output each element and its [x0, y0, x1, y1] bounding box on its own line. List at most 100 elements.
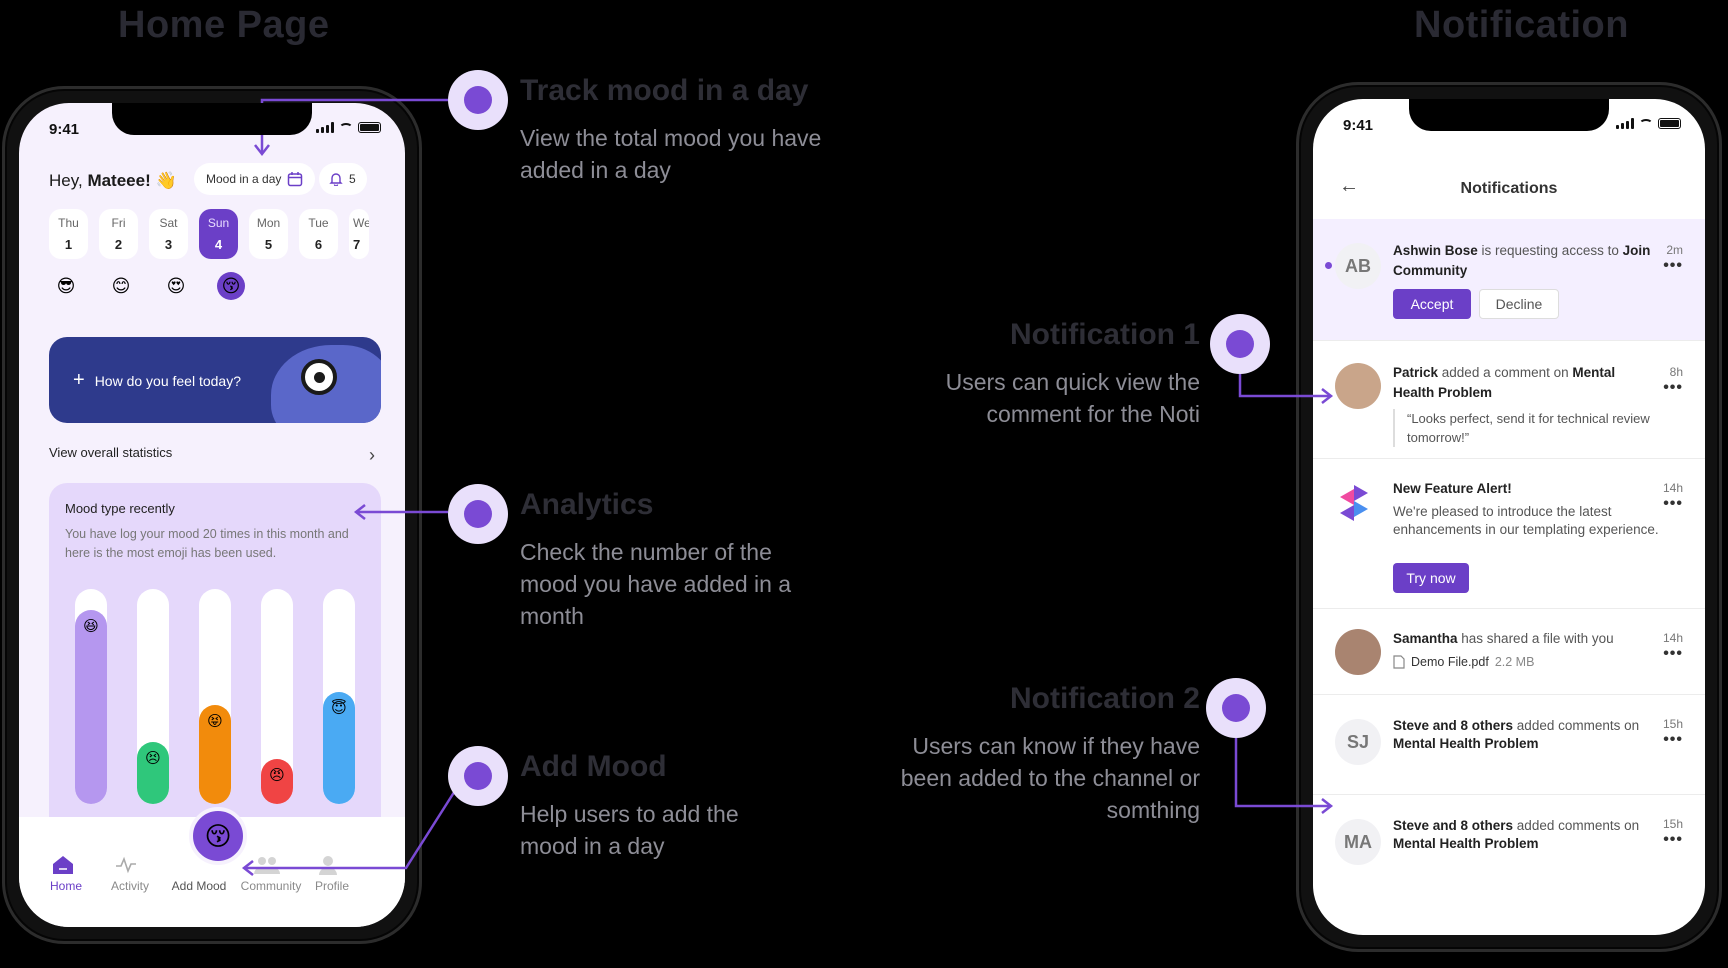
mood-in-day-button[interactable]: Mood in a day: [194, 163, 316, 195]
notification-text: Samantha has shared a file with you: [1393, 631, 1614, 646]
mood-bar: 😝: [199, 705, 231, 804]
annotation-desc: Users can know if they have been added t…: [900, 733, 1200, 823]
comment-quote: “Looks perfect, send it for technical re…: [1393, 409, 1665, 447]
annotation-marker: [448, 746, 508, 806]
notification-text: Ashwin Bose is requesting access to Join…: [1393, 243, 1651, 278]
mood-bar-emoji: 😣: [145, 750, 161, 767]
notch: [112, 103, 312, 135]
wifi-icon: [339, 122, 353, 133]
greeting-prefix: Hey,: [49, 171, 83, 190]
mood-bar-track: 😠: [261, 589, 293, 804]
day-item[interactable]: Thu 1: [49, 209, 88, 259]
notch: [1409, 99, 1609, 131]
annotation-marker: [448, 484, 508, 544]
day-emoji: 😎: [56, 275, 76, 296]
view-statistics-link[interactable]: View overall statistics ›: [49, 445, 375, 466]
mood-bar: 😆: [75, 610, 107, 804]
bell-icon: [329, 173, 343, 186]
avatar: [1335, 629, 1381, 675]
mood-bar-track: 😣: [137, 589, 169, 804]
notification-text: Patrick added a comment on Mental Health…: [1393, 365, 1616, 400]
mood-bar-track: 😆: [75, 589, 107, 804]
avatar: MA: [1335, 819, 1381, 865]
mood-bar-emoji: 😇: [331, 700, 347, 717]
file-attachment[interactable]: Demo File.pdf 2.2 MB: [1393, 655, 1534, 669]
mood-card-description: You have log your mood 20 times in this …: [65, 527, 349, 560]
try-now-button[interactable]: Try now: [1393, 563, 1469, 593]
tab-profile[interactable]: Profile: [297, 879, 367, 893]
more-icon[interactable]: •••: [1663, 731, 1683, 749]
notification-item[interactable]: Patrick added a comment on Mental Health…: [1313, 341, 1705, 459]
day-emoji: 😊: [111, 275, 131, 296]
avatar: [1335, 363, 1381, 409]
notification-title: New Feature Alert!: [1393, 481, 1512, 496]
unread-dot: [1325, 262, 1332, 269]
file-icon: [1393, 655, 1405, 669]
annotation-marker: [448, 70, 508, 130]
tab-home[interactable]: Home: [31, 879, 101, 893]
more-icon[interactable]: •••: [1663, 257, 1683, 275]
mood-bar-track: 😇: [323, 589, 355, 804]
signal-icon: [316, 122, 334, 133]
status-icons: [316, 122, 381, 133]
day-item[interactable]: Mon 5: [249, 209, 288, 259]
notifications-title: Notifications: [1460, 180, 1558, 197]
notification-item[interactable]: AB Ashwin Bose is requesting access to J…: [1313, 219, 1705, 341]
status-icons: [1616, 118, 1681, 129]
notification-title: Notification: [1414, 4, 1629, 46]
calendar-icon: [288, 172, 303, 187]
notification-bell-button[interactable]: 5: [319, 163, 367, 195]
notification-phone: 9:41 ← Notifications AB Ashwin Bose is r…: [1296, 82, 1722, 952]
mood-bar: 😣: [137, 742, 169, 804]
status-time: 9:41: [1343, 117, 1374, 134]
notification-text: Steve and 8 others added comments on Men…: [1393, 718, 1640, 751]
greeting-name: Mateee!: [87, 171, 151, 190]
day-item[interactable]: Fri 2: [99, 209, 138, 259]
annotation-title: Notification 2: [1009, 682, 1200, 715]
more-icon[interactable]: •••: [1663, 379, 1683, 397]
notification-description: We're pleased to introduce the latest en…: [1393, 504, 1659, 537]
day-emoji: 😍: [166, 275, 186, 296]
home-tab-icon: [53, 856, 73, 874]
battery-icon: [358, 122, 381, 133]
notification-time: 15h: [1662, 817, 1683, 831]
canvas: Home Page Notification 9:41 Hey, Mateee!…: [0, 0, 1728, 968]
day-item[interactable]: Sat 3: [149, 209, 188, 259]
day-item-selected[interactable]: Sun 4: [199, 209, 238, 259]
annotation-desc: Check the number of the mood you have ad…: [520, 539, 792, 629]
notification-time: 8h: [1669, 365, 1683, 379]
annotation-desc: Users can quick view the comment for the…: [945, 369, 1200, 427]
chevron-right-icon: ›: [369, 445, 375, 465]
day-item[interactable]: Tue 6: [299, 209, 338, 259]
community-tab-icon: [254, 857, 280, 874]
accept-button[interactable]: Accept: [1393, 289, 1471, 319]
wifi-icon: [1639, 118, 1653, 129]
back-arrow-icon[interactable]: ←: [1339, 175, 1359, 198]
notification-time: 15h: [1662, 717, 1683, 731]
tab-add-mood[interactable]: Add Mood: [164, 879, 234, 893]
decline-button[interactable]: Decline: [1479, 289, 1559, 319]
battery-icon: [1658, 118, 1681, 129]
notification-item[interactable]: Samantha has shared a file with you 14h …: [1313, 609, 1705, 695]
notification-item[interactable]: SJ Steve and 8 others added comments on …: [1313, 695, 1705, 795]
annotation-desc: Help users to add the mood in a day: [520, 801, 739, 859]
annotation-marker: [1206, 678, 1266, 738]
notification-time: 2m: [1666, 243, 1683, 257]
mood-bar-emoji: 😆: [83, 618, 99, 635]
feel-today-banner[interactable]: + How do you feel today?: [49, 337, 381, 423]
add-mood-button[interactable]: 😚: [189, 807, 247, 865]
annotation-marker: [1210, 314, 1270, 374]
day-selector: Thu 1 Fri 2 Sat 3 Sun 4 Mon 5 Tue 6 We 7: [49, 209, 369, 259]
notification-item[interactable]: New Feature Alert! 14h ••• We're pleased…: [1313, 459, 1705, 609]
bell-count: 5: [349, 172, 356, 186]
annotation-title: Analytics: [520, 488, 654, 521]
day-item[interactable]: We 7: [349, 209, 369, 259]
more-icon[interactable]: •••: [1663, 831, 1683, 849]
more-icon[interactable]: •••: [1663, 495, 1683, 513]
more-icon[interactable]: •••: [1663, 645, 1683, 663]
tab-activity[interactable]: Activity: [95, 879, 165, 893]
wave-icon: 👋: [155, 171, 177, 190]
notification-item[interactable]: MA Steve and 8 others added comments on …: [1313, 795, 1705, 895]
banner-eye: [301, 359, 337, 395]
mood-bar-emoji: 😝: [207, 713, 223, 730]
